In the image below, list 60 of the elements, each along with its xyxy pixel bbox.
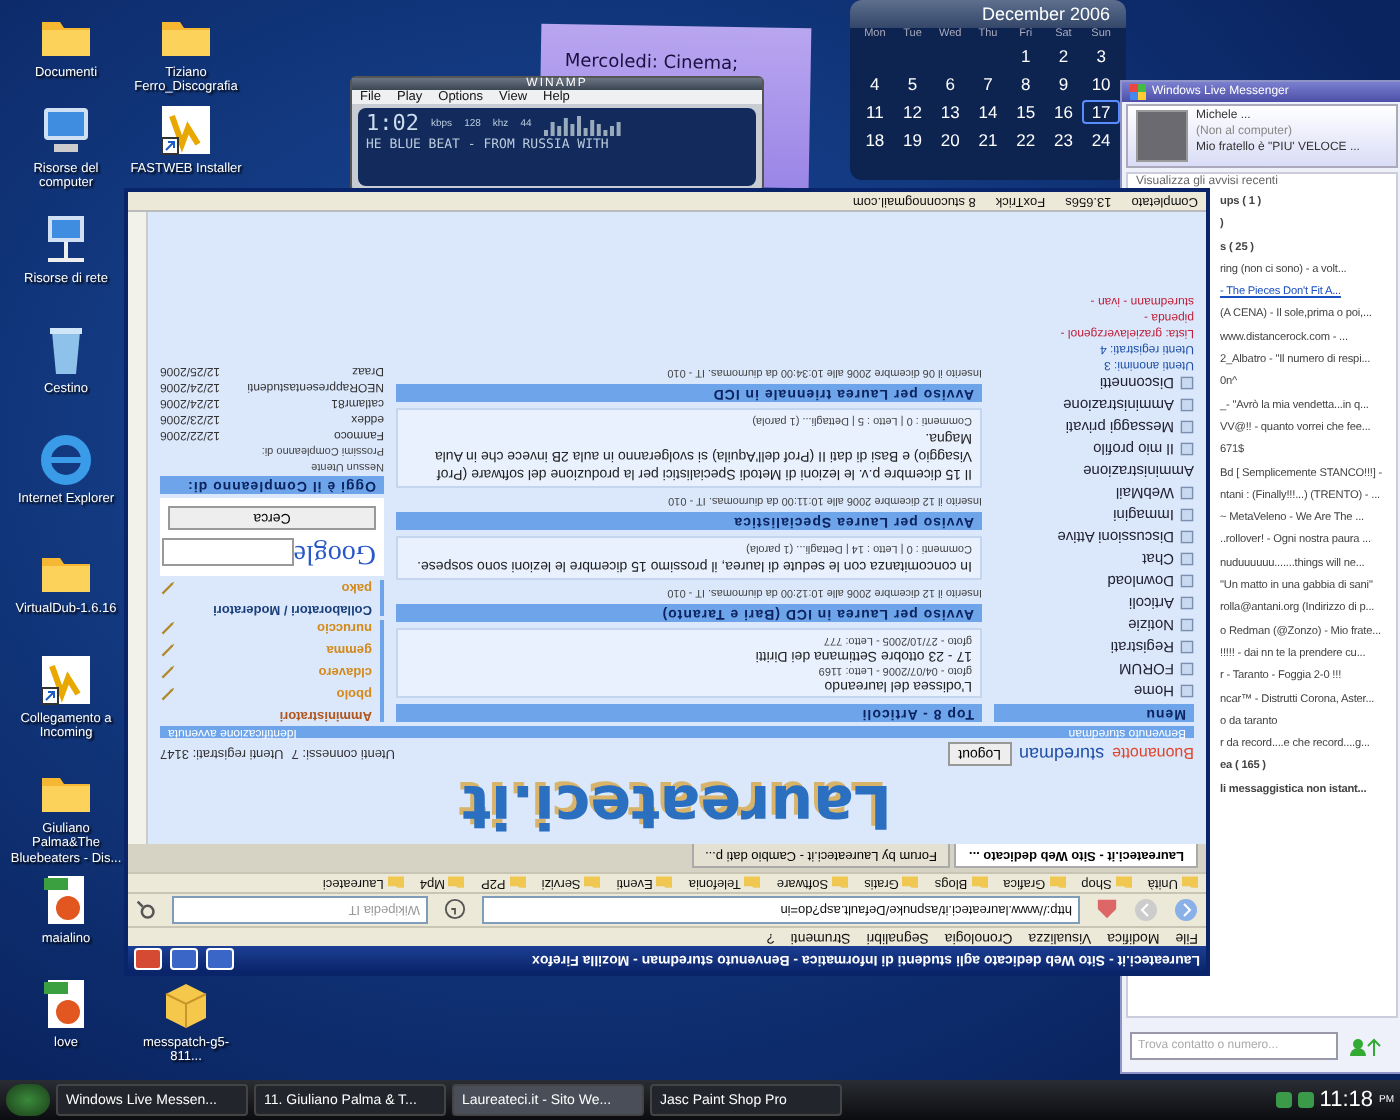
calendar-day[interactable]: 7 bbox=[969, 72, 1007, 96]
greeting-text: Buonanotte bbox=[1112, 745, 1194, 763]
folder-icon bbox=[744, 876, 761, 890]
logo-icon bbox=[1130, 84, 1146, 100]
minimize-button[interactable] bbox=[206, 948, 234, 970]
shortcut-icon bbox=[156, 100, 216, 160]
calendar-day[interactable]: 19 bbox=[893, 128, 932, 152]
avatar-placeholder bbox=[1136, 110, 1188, 162]
folder-icon bbox=[971, 876, 988, 890]
calendar-day[interactable]: 20 bbox=[931, 128, 970, 152]
folder-icon bbox=[656, 876, 673, 890]
note-text: Mercoledi: Cinema; bbox=[564, 52, 739, 76]
calendar-title: December 2006 bbox=[850, 0, 1126, 28]
calendar-day[interactable]: 2 bbox=[1044, 44, 1083, 68]
calendar-day[interactable]: 8 bbox=[1006, 72, 1045, 96]
user-name: sturedman bbox=[1019, 744, 1105, 764]
calendar-day[interactable]: 1 bbox=[1006, 44, 1045, 68]
calendar-day[interactable]: 15 bbox=[1006, 100, 1045, 124]
spectrum-drawing bbox=[543, 111, 624, 135]
calendar-day[interactable]: 18 bbox=[856, 128, 894, 152]
folder-icon bbox=[902, 876, 919, 890]
calendar-day[interactable]: 23 bbox=[1044, 128, 1083, 152]
scrollbar[interactable] bbox=[128, 212, 148, 844]
home-icon[interactable] bbox=[1096, 899, 1118, 921]
folder-icon bbox=[1115, 876, 1132, 890]
go-icon[interactable] bbox=[444, 899, 466, 921]
search-field[interactable] bbox=[161, 538, 294, 566]
calendar-day[interactable]: 14 bbox=[969, 100, 1007, 124]
calendar-day[interactable]: 22 bbox=[1006, 128, 1045, 152]
close-button[interactable] bbox=[134, 948, 162, 970]
clock: 11:18 bbox=[1319, 1088, 1373, 1112]
calendar-day[interactable]: 11 bbox=[856, 100, 894, 124]
add-contact-icon[interactable] bbox=[1350, 1037, 1382, 1055]
folder-icon bbox=[509, 876, 526, 890]
start-button[interactable] bbox=[6, 1084, 50, 1116]
shortcut-icon bbox=[36, 650, 96, 710]
calendar-day[interactable]: 5 bbox=[893, 72, 932, 96]
pencil-icon bbox=[160, 580, 176, 596]
calendar-day[interactable]: 9 bbox=[1044, 72, 1083, 96]
calendar-day[interactable]: 6 bbox=[931, 72, 970, 96]
calendar-day[interactable]: 3 bbox=[1082, 44, 1120, 68]
folder-icon bbox=[584, 876, 601, 890]
maximize-button[interactable] bbox=[170, 948, 198, 970]
folder-icon bbox=[387, 876, 404, 890]
folder-icon bbox=[448, 876, 465, 890]
folder-icon bbox=[1049, 876, 1066, 890]
calendar-day[interactable]: 13 bbox=[931, 100, 970, 124]
folder-icon bbox=[1182, 876, 1198, 890]
calendar-day[interactable]: 12 bbox=[893, 100, 932, 124]
search-logo: Google bbox=[293, 536, 376, 568]
calendar-day[interactable]: 10 bbox=[1082, 72, 1120, 96]
folder-icon bbox=[832, 876, 849, 890]
playback-time: 1:02 bbox=[366, 110, 419, 136]
calendar-day[interactable]: 24 bbox=[1082, 128, 1120, 152]
search-icon[interactable] bbox=[136, 900, 156, 920]
calendar-day[interactable]: 21 bbox=[969, 128, 1007, 152]
site-logo[interactable]: Laureateci.it bbox=[462, 770, 892, 840]
calendar-day[interactable]: 16 bbox=[1044, 100, 1083, 124]
browser-icon bbox=[36, 430, 96, 490]
calendar-day[interactable]: 4 bbox=[856, 72, 894, 96]
